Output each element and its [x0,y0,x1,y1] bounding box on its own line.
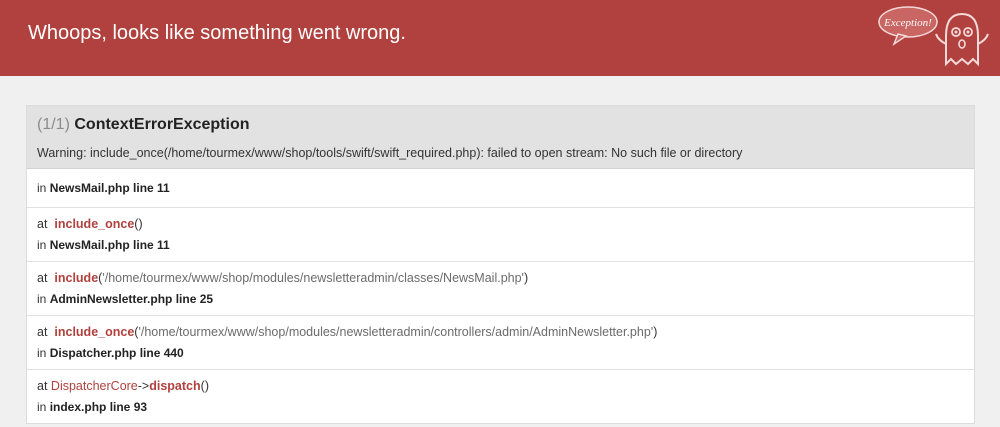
file-location: NewsMail.php line 11 [49,181,170,195]
function-name: include_once [54,325,135,339]
function-args: '/home/tourmex/www/shop/modules/newslett… [102,271,524,285]
function-name: include_once [54,217,135,231]
stack-frame: at include_once('/home/tourmex/www/shop/… [27,315,974,369]
function-name: include [54,271,99,285]
in-label: in [37,292,47,306]
in-label: in [37,181,47,195]
frame-location: in index.php line 93 [37,399,964,415]
exception-header: (1/1) ContextErrorException Warning: inc… [27,106,974,169]
function-name: dispatch [149,379,201,393]
frame-location: in Dispatcher.php line 440 [37,345,964,361]
at-label: at [37,271,48,285]
logo-text: Exception! [883,17,932,29]
frame-location: in AdminNewsletter.php line 25 [37,291,964,307]
in-label: in [37,346,47,360]
file-location: index.php line 93 [49,400,148,414]
frame-call: at include_once() [37,217,143,231]
ghost-exception-logo: Exception! [878,6,989,67]
exception-count: (1/1) [37,116,70,133]
file-location: AdminNewsletter.php line 25 [49,292,214,306]
file-location: Dispatcher.php line 440 [49,346,184,360]
error-header: Whoops, looks like something went wrong.… [0,0,1000,76]
exception-message: Warning: include_once(/home/tourmex/www/… [37,146,743,160]
exception-class: ContextErrorException [74,116,250,133]
file-location: NewsMail.php line 11 [49,238,170,252]
at-label: at [37,217,48,231]
frame-call: at DispatcherCore->dispatch() [37,379,209,393]
frame-location: in NewsMail.php line 11 [37,237,964,253]
stack-trace-panel: (1/1) ContextErrorException Warning: inc… [26,105,975,424]
stack-frame: at include('/home/tourmex/www/shop/modul… [27,261,974,315]
frame-call: at include_once('/home/tourmex/www/shop/… [37,325,658,339]
exception-title: (1/1) ContextErrorException [37,115,964,135]
stack-frame: at include_once() in NewsMail.php line 1… [27,207,974,261]
in-label: in [37,400,47,414]
stack-frame: at DispatcherCore->dispatch() in index.p… [27,369,974,423]
at-label: at [37,379,48,393]
in-label: in [37,238,47,252]
method-arrow: -> [137,379,150,393]
class-name: DispatcherCore [50,379,138,393]
function-args: '/home/tourmex/www/shop/modules/newslett… [138,325,654,339]
frame-location: in NewsMail.php line 11 [37,180,964,196]
stack-frame: in NewsMail.php line 11 [27,169,974,207]
at-label: at [37,325,48,339]
frame-call: at include('/home/tourmex/www/shop/modul… [37,271,529,285]
page-title: Whoops, looks like something went wrong. [28,22,406,44]
